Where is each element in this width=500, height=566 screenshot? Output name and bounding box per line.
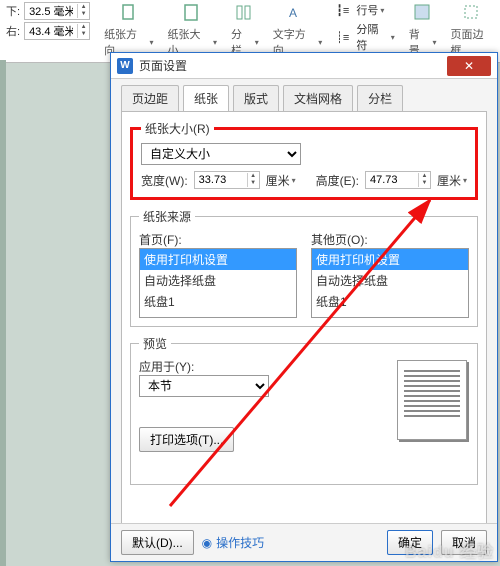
- paper-source-legend: 纸张来源: [139, 208, 195, 225]
- page-setup-dialog: W 页面设置 ✕ 页边距 纸张 版式 文档网格 分栏 纸张大小(R) 自定义大小…: [110, 52, 498, 562]
- height-input[interactable]: [366, 174, 418, 186]
- tab-margins[interactable]: 页边距: [121, 85, 179, 111]
- width-unit[interactable]: 厘米▾: [266, 172, 296, 189]
- apply-to-select[interactable]: 本节: [139, 375, 269, 397]
- columns-icon: [234, 2, 256, 24]
- margin-right-spinner[interactable]: ▲▼: [24, 22, 90, 40]
- svg-text:A: A: [289, 6, 297, 20]
- first-page-list[interactable]: 使用打印机设置 自动选择纸盘 纸盘1: [139, 248, 297, 318]
- tab-paper[interactable]: 纸张: [183, 85, 229, 111]
- dialog-titlebar[interactable]: W 页面设置 ✕: [111, 53, 497, 79]
- watermark: Baidu 经验: [405, 538, 494, 562]
- dialog-title: 页面设置: [139, 57, 447, 74]
- document-edge: [0, 60, 6, 566]
- separator-icon: ┊≡: [336, 31, 349, 44]
- list-item[interactable]: 自动选择纸盘: [312, 270, 468, 291]
- list-item[interactable]: 纸盘1: [312, 291, 468, 312]
- first-page-label: 首页(F):: [139, 231, 297, 248]
- margin-right-label: 右:: [6, 23, 20, 39]
- other-page-label: 其他页(O):: [311, 231, 469, 248]
- margin-inputs-group: 下: ▲▼ 右: ▲▼: [6, 2, 90, 40]
- paper-size-legend: 纸张大小(R): [141, 120, 214, 137]
- tab-panel: 纸张大小(R) 自定义大小 宽度(W): ▲▼ 厘米▾ 高度(E): ▲▼ 厘米…: [121, 111, 487, 541]
- background-icon: [412, 2, 434, 24]
- app-logo-icon: W: [117, 58, 133, 74]
- defaults-button[interactable]: 默认(D)...: [121, 530, 194, 555]
- text-direction-icon: A: [286, 2, 308, 24]
- print-options-button[interactable]: 打印选项(T)...: [139, 427, 234, 452]
- ribbon-text-direction[interactable]: A 文字方向▾: [273, 2, 322, 58]
- height-spinner[interactable]: ▲▼: [365, 171, 431, 189]
- paper-source-group: 纸张来源 首页(F): 使用打印机设置 自动选择纸盘 纸盘1 其他页(O): 使…: [130, 208, 478, 327]
- line-number-icon: ┇≡: [336, 4, 349, 17]
- close-button[interactable]: ✕: [447, 56, 491, 76]
- list-item[interactable]: 使用打印机设置: [312, 249, 468, 270]
- orientation-icon: [118, 2, 140, 24]
- margin-bottom-label: 下:: [6, 3, 20, 19]
- info-icon: ◉: [202, 536, 212, 550]
- paper-size-select[interactable]: 自定义大小: [141, 143, 301, 165]
- dialog-tabs: 页边距 纸张 版式 文档网格 分栏: [111, 79, 497, 111]
- tab-columns[interactable]: 分栏: [357, 85, 403, 111]
- tab-grid[interactable]: 文档网格: [283, 85, 353, 111]
- width-label: 宽度(W):: [141, 172, 188, 189]
- ribbon-columns[interactable]: 分栏▾: [231, 2, 259, 58]
- width-input[interactable]: [195, 174, 247, 186]
- other-page-list[interactable]: 使用打印机设置 自动选择纸盘 纸盘1: [311, 248, 469, 318]
- height-label: 高度(E):: [316, 172, 359, 189]
- ribbon-page-border[interactable]: 页面边框: [450, 2, 494, 58]
- page-border-icon: [461, 2, 483, 24]
- tips-link[interactable]: ◉操作技巧: [202, 534, 265, 551]
- page-preview: [397, 360, 467, 440]
- margin-bottom-spinner[interactable]: ▲▼: [24, 2, 90, 20]
- ribbon-line-number[interactable]: ┇≡ 行号▾: [336, 2, 395, 18]
- list-item[interactable]: 纸盘1: [140, 291, 296, 312]
- paper-size-group: 纸张大小(R) 自定义大小 宽度(W): ▲▼ 厘米▾ 高度(E): ▲▼ 厘米…: [130, 120, 478, 200]
- preview-group: 预览 应用于(Y): 本节 打印选项(T)...: [130, 335, 478, 485]
- ribbon-separator[interactable]: ┊≡ 分隔符▾: [336, 21, 395, 53]
- list-item[interactable]: 自动选择纸盘: [140, 270, 296, 291]
- ribbon-background[interactable]: 背景▾: [409, 2, 437, 58]
- margin-bottom-input[interactable]: [25, 5, 77, 17]
- height-unit[interactable]: 厘米▾: [437, 172, 467, 189]
- width-spinner[interactable]: ▲▼: [194, 171, 260, 189]
- margin-right-input[interactable]: [25, 25, 77, 37]
- ribbon-orientation[interactable]: 纸张方向▾: [104, 2, 153, 58]
- tab-layout[interactable]: 版式: [233, 85, 279, 111]
- preview-legend: 预览: [139, 335, 171, 352]
- paper-size-icon: [181, 2, 203, 24]
- list-item[interactable]: 使用打印机设置: [140, 249, 296, 270]
- ribbon-paper-size[interactable]: 纸张大小▾: [168, 2, 217, 58]
